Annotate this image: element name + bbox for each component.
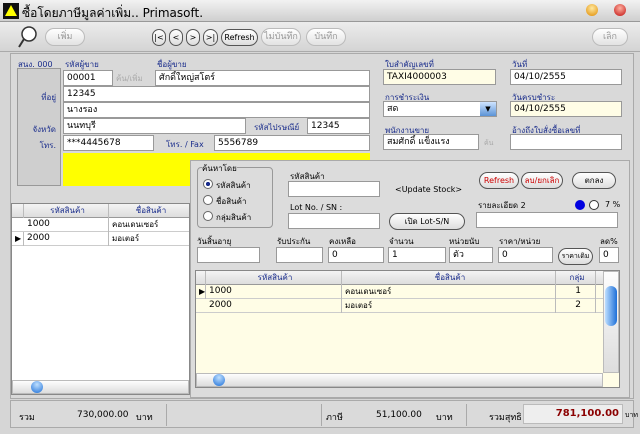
payment-value: สด	[387, 104, 399, 114]
title-bar: ซื้อโดยภาษีมูลค่าเพิ่ม.. Primasoft.	[0, 0, 640, 22]
net-label: รวมสุทธิ	[489, 413, 522, 423]
close-button[interactable]	[614, 4, 626, 16]
product-code-input[interactable]	[288, 181, 380, 197]
phone-label: โทร.	[39, 141, 56, 150]
prev-record-button[interactable]: <	[169, 29, 183, 46]
scroll-thumb[interactable]	[605, 286, 617, 326]
address-line2-input[interactable]: นางรอง	[63, 102, 370, 118]
province-label: จังหวัด	[32, 125, 56, 134]
radio-product-group[interactable]: กลุ่มสินค้า	[203, 211, 251, 224]
toolbar: เพิ่ม |< < > >| Refresh ไม่บันทึก บันทึก…	[0, 22, 640, 52]
fax-label: โทร. / Fax	[166, 140, 204, 149]
exit-button[interactable]: เลิก	[592, 28, 628, 46]
radio-product-code[interactable]: รหัสสินค้า	[203, 179, 251, 192]
payment-select[interactable]: สด ▼	[383, 101, 497, 117]
salesman-find-button[interactable]: ค้น	[484, 138, 493, 149]
address-label: ที่อยู่	[41, 93, 56, 102]
vendor-name-input[interactable]: ศักดิ์ใหญ่สโตร์	[155, 70, 370, 86]
scroll-thumb[interactable]	[31, 381, 43, 393]
save-button[interactable]: บันทึก	[306, 28, 346, 46]
total-unit: บาท	[136, 413, 153, 423]
province-input[interactable]: นนทบุรี	[63, 118, 246, 134]
row-pointer-icon: ▶	[196, 285, 206, 299]
detail2-input[interactable]	[476, 212, 618, 228]
column-header: ชื่อสินค้า	[109, 204, 191, 218]
qty-input[interactable]: 1	[388, 247, 446, 263]
tax-label: ภาษี	[326, 413, 343, 423]
warranty-input[interactable]	[276, 247, 323, 263]
refresh-button[interactable]: Refresh	[221, 29, 258, 46]
column-header: ชื่อสินค้า	[342, 271, 556, 285]
vendor-code-input[interactable]: 00001	[63, 70, 113, 86]
phone-input[interactable]: ***4445678	[63, 135, 154, 151]
address-line1-input[interactable]: 12345	[63, 86, 370, 102]
column-header: กลุ่ม	[556, 271, 596, 285]
column-header: รหัสสินค้า	[24, 204, 109, 218]
left-product-grid: รหัสสินค้า ชื่อสินค้า 1000 คอนเดนเซอร์ ▶…	[11, 203, 191, 395]
remain-input[interactable]: 0	[328, 247, 384, 263]
total-value: 730,000.00	[77, 410, 129, 420]
expire-input[interactable]	[197, 247, 260, 263]
horizontal-scrollbar[interactable]	[196, 373, 603, 387]
window-title: ซื้อโดยภาษีมูลค่าเพิ่ม.. Primasoft.	[22, 6, 204, 20]
tax-value: 51,100.00	[376, 410, 422, 420]
ref-input[interactable]	[510, 134, 622, 150]
delete-cancel-button[interactable]: ลบ/ยกเลิก	[521, 172, 563, 189]
salesman-input[interactable]: สมศักดิ์ แข็งแรง	[383, 134, 479, 150]
due-date-input[interactable]: 04/10/2555	[510, 101, 622, 117]
tax-unit: บาท	[436, 413, 453, 423]
net-unit: บาท	[625, 411, 638, 419]
update-stock-link[interactable]: <Update Stock>	[395, 185, 462, 194]
item-grid: รหัสสินค้า ชื่อสินค้า กลุ่ม ▶ 1000 คอนเด…	[195, 270, 620, 388]
vat-percent: 7 %	[605, 200, 621, 209]
table-row[interactable]: ▶ 2000 มอเตอร์	[12, 232, 191, 246]
search-icon[interactable]	[18, 25, 38, 49]
status-bar: รวม 730,000.00 บาท ภาษี 51,100.00 บาท รว…	[10, 400, 638, 428]
radio-product-name[interactable]: ชื่อสินค้า	[203, 195, 246, 208]
unit-input[interactable]: ตัว	[449, 247, 493, 263]
address-label-box: ที่อยู่ จังหวัด โทร.	[17, 68, 61, 186]
search-by-group: ค้นหาโดย รหัสสินค้า ชื่อสินค้า กลุ่มสินค…	[197, 162, 273, 228]
table-row[interactable]: 1000 คอนเดนเซอร์	[12, 218, 191, 232]
entry-refresh-button[interactable]: Refresh	[479, 172, 519, 189]
table-row[interactable]: 2000 มอเตอร์ 2	[196, 299, 619, 313]
table-row[interactable]: ▶ 1000 คอนเดนเซอร์ 1	[196, 285, 619, 299]
lot-input[interactable]	[288, 213, 380, 229]
open-lot-button[interactable]: เปิด Lot-S/N	[389, 213, 465, 230]
find-add-button[interactable]: ค้น/เพิ่ม	[116, 72, 143, 85]
original-price-button[interactable]: ราคาเดิม	[558, 248, 593, 265]
detail2-label: รายละเอียด 2	[478, 201, 526, 210]
first-record-button[interactable]: |<	[152, 29, 166, 46]
doc-no-input[interactable]: TAXI4000003	[383, 69, 496, 85]
postcode-label: รหัสไปรษณีย์	[254, 123, 300, 132]
vat-on-icon[interactable]	[575, 200, 585, 210]
column-header: รหัสสินค้า	[206, 271, 342, 285]
price-input[interactable]: 0	[498, 247, 553, 263]
last-record-button[interactable]: >|	[203, 29, 218, 46]
scroll-thumb[interactable]	[213, 374, 225, 386]
postcode-input[interactable]: 12345	[307, 118, 370, 134]
chevron-down-icon[interactable]: ▼	[480, 102, 496, 116]
total-label: รวม	[19, 413, 35, 423]
horizontal-scrollbar[interactable]	[12, 380, 189, 394]
row-pointer-icon: ▶	[12, 232, 24, 246]
minimize-button[interactable]	[586, 4, 598, 16]
lot-label: Lot No. / SN :	[290, 203, 343, 212]
discount-input[interactable]: 0	[599, 247, 619, 263]
next-record-button[interactable]: >	[186, 29, 200, 46]
discard-button[interactable]: ไม่บันทึก	[261, 28, 301, 46]
date-input[interactable]: 04/10/2555	[510, 69, 622, 85]
vat-off-icon[interactable]	[589, 200, 599, 210]
vertical-scrollbar[interactable]	[603, 271, 619, 373]
fax-input[interactable]: 5556789	[214, 135, 370, 151]
add-button[interactable]: เพิ่ม	[45, 28, 85, 46]
ok-button[interactable]: ตกลง	[572, 172, 616, 189]
app-logo-icon	[3, 3, 19, 19]
net-value: 781,100.00	[523, 404, 623, 424]
